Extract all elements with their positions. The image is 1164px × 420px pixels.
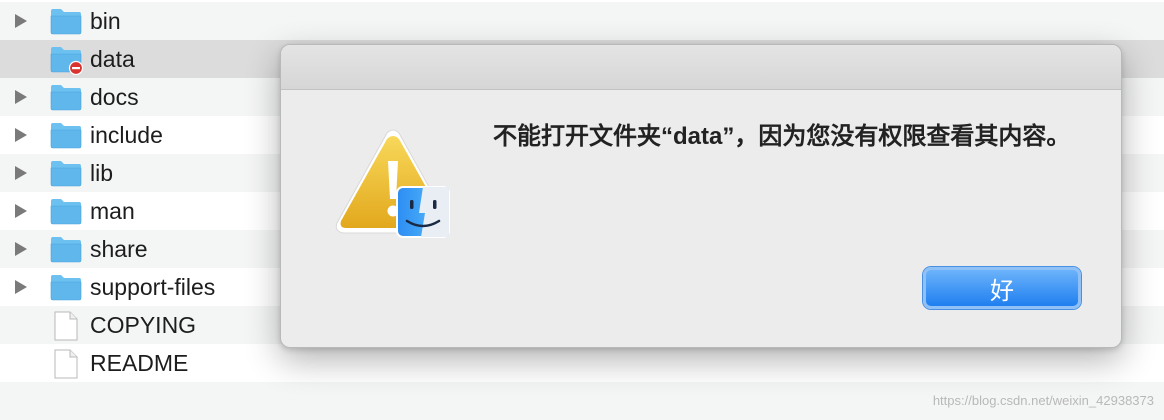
document-icon [53,311,85,339]
disclosure-triangle-icon[interactable] [15,280,27,294]
document-icon [53,349,85,377]
folder-icon [50,7,82,35]
list-item-label: data [90,46,135,73]
list-item-bin[interactable]: bin [0,2,1164,40]
disclosure-triangle-icon[interactable] [15,90,27,104]
disclosure-triangle-icon[interactable] [15,242,27,256]
list-item-label: man [90,198,135,225]
disclosure-triangle-icon[interactable] [15,14,27,28]
list-item-label: share [90,236,148,263]
list-item-label: support-files [90,274,215,301]
list-item-label: README [90,350,188,377]
alert-message: 不能打开文件夹“data”，因为您没有权限查看其内容。 [493,121,1083,153]
list-item-label: bin [90,8,121,35]
disclosure-triangle-icon[interactable] [15,128,27,142]
list-item-label: include [90,122,163,149]
list-item-readme[interactable]: README [0,344,1164,382]
list-item-label: COPYING [90,312,196,339]
folder-icon [50,273,82,301]
disclosure-triangle-icon[interactable] [15,166,27,180]
dialog-titlebar[interactable] [281,45,1121,90]
ok-button[interactable]: 好 [923,267,1081,309]
folder-icon [50,235,82,263]
watermark-text: https://blog.csdn.net/weixin_42938373 [933,393,1154,408]
folder-icon [50,197,82,225]
folder-restricted-icon [50,45,82,73]
folder-icon [50,83,82,111]
list-item-label: lib [90,160,113,187]
folder-icon [50,121,82,149]
alert-dialog: 不能打开文件夹“data”，因为您没有权限查看其内容。 好 [280,44,1122,348]
list-item-label: docs [90,84,139,111]
ok-button-label: 好 [990,271,1014,306]
disclosure-triangle-icon[interactable] [15,204,27,218]
folder-icon [50,159,82,187]
warning-finder-icon [331,129,455,245]
